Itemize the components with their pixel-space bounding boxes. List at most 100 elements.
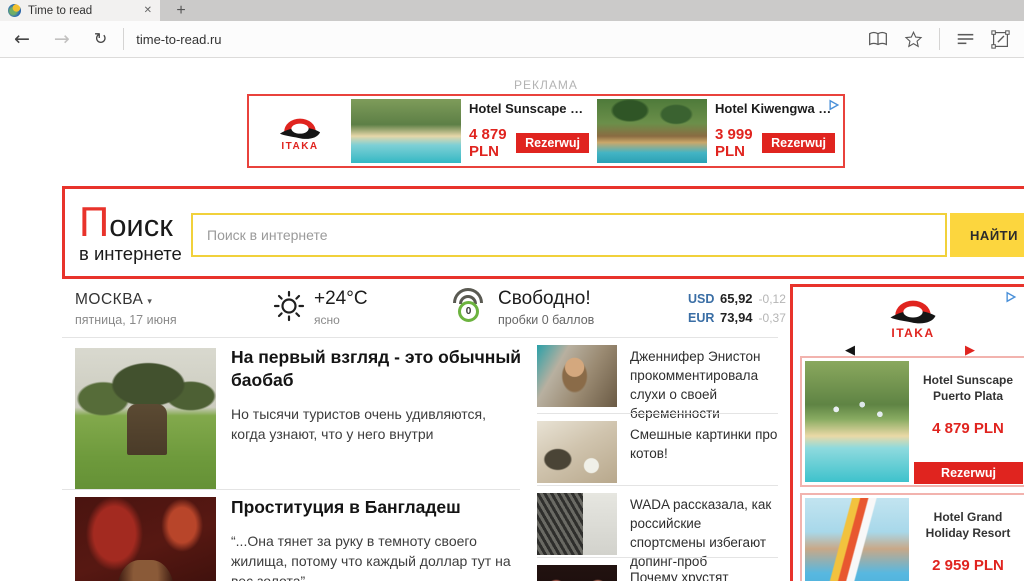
sidebar-ad-card[interactable]: Hotel Grand Holiday Resort 2 959 PLN Rez…	[800, 493, 1024, 581]
side-divider	[537, 485, 778, 486]
weather-widget[interactable]: +24°C ясно	[272, 288, 368, 327]
chevron-down-icon: ▾	[147, 297, 152, 307]
search-button[interactable]: НАЙТИ	[950, 213, 1024, 257]
ad-label: РЕКЛАМА	[247, 78, 845, 92]
hotel-title[interactable]: Hotel Sunscape Puert...	[469, 101, 589, 116]
search-logo-subtitle: в интернете	[79, 243, 182, 265]
top-ad-item[interactable]: Hotel Sunscape Puert... 4 879 PLN Rezerw…	[351, 96, 597, 166]
hotel-photo[interactable]	[805, 498, 909, 581]
address-divider	[123, 28, 124, 50]
section-divider	[62, 337, 778, 338]
temperature: +24°C	[314, 288, 368, 310]
itaka-cap-icon	[887, 291, 939, 328]
search-input[interactable]	[191, 213, 947, 257]
side-news-title[interactable]: Почему хрустят суставы	[630, 568, 780, 581]
top-ad-body: Hotel Kiwengwa Beac... 3 999 PLN Rezerwu…	[707, 96, 843, 166]
reserve-button[interactable]: Rezerwuj	[516, 133, 589, 153]
itaka-cap-icon	[277, 110, 323, 143]
new-tab-button[interactable]: +	[163, 0, 199, 21]
hotel-photo[interactable]	[597, 99, 707, 163]
weather-condition: ясно	[314, 313, 368, 327]
address-bar[interactable]: time-to-read.ru	[136, 32, 221, 47]
tab-close-icon[interactable]: ✕	[144, 5, 152, 16]
itaka-logo: ITAKA	[249, 96, 351, 166]
hotel-title[interactable]: Hotel Sunscape Puerto Plata	[912, 372, 1024, 404]
article-main: Проституция в Бангладеш “...Она тянет за…	[231, 496, 523, 581]
itaka-logo: ITAKA	[793, 291, 1024, 340]
navigation-bar: ← → ↻ time-to-read.ru	[0, 21, 1024, 58]
sun-icon	[272, 288, 306, 322]
tab-bar: Time to read ✕ +	[0, 0, 1024, 21]
hotel-price: 2 959 PLN	[912, 557, 1024, 574]
site-favicon-icon	[8, 4, 21, 17]
itaka-brand-text: ITAKA	[281, 141, 318, 152]
search-logo-rest: оиск	[109, 210, 173, 241]
browser-window: Time to read ✕ + ← → ↻ time-to-read.ru Р…	[0, 0, 1024, 581]
itaka-brand-text: ITAKA	[891, 326, 934, 340]
hotel-photo[interactable]	[805, 361, 909, 482]
side-news-image[interactable]	[537, 493, 617, 555]
traffic-score: 0	[458, 301, 479, 322]
currency-row-usd: USD 65,92 -0,12 ↓	[688, 291, 797, 306]
browser-tab[interactable]: Time to read ✕	[0, 0, 160, 21]
adchoices-icon[interactable]	[1005, 290, 1017, 308]
search-logo: Поиск в интернете	[79, 201, 182, 265]
currency-row-eur: EUR 73,94 -0,37 ↓	[688, 310, 797, 325]
currency-rate: 73,94	[720, 310, 753, 325]
article-title[interactable]: На первый взгляд - это обычный баобаб	[231, 346, 523, 392]
city-selector[interactable]: МОСКВА ▾ пятница, 17 июня	[75, 291, 177, 327]
hotel-price: 4 879 PLN	[912, 420, 1024, 437]
side-news-title[interactable]: Смешные картинки про котов!	[630, 425, 780, 463]
article-image-bangladesh[interactable]	[75, 497, 216, 581]
adchoices-icon[interactable]	[828, 98, 840, 116]
currency-code: USD	[688, 292, 718, 306]
sidebar-ad-body: Hotel Grand Holiday Resort 2 959 PLN Rez…	[912, 495, 1024, 581]
top-ad-item[interactable]: Hotel Kiwengwa Beac... 3 999 PLN Rezerwu…	[597, 96, 843, 166]
refresh-icon[interactable]: ↻	[94, 31, 107, 47]
currency-change: -0,37	[759, 311, 786, 325]
article-summary: Но тысячи туристов очень удивляются, ког…	[231, 404, 523, 445]
search-section: Поиск в интернете НАЙТИ	[62, 186, 1024, 279]
favorites-star-icon[interactable]	[904, 30, 923, 49]
search-logo-initial: П	[79, 201, 109, 243]
article-main: На первый взгляд - это обычный баобаб Но…	[231, 346, 523, 444]
side-divider	[537, 413, 778, 414]
sidebar-ad-body: Hotel Sunscape Puerto Plata 4 879 PLN Re…	[912, 358, 1024, 485]
side-news-image[interactable]	[537, 421, 617, 483]
hub-icon[interactable]	[956, 31, 975, 47]
hotel-price: 4 879 PLN	[469, 126, 516, 160]
side-news-image[interactable]	[537, 345, 617, 407]
traffic-icon: 0	[450, 288, 488, 324]
side-news-title[interactable]: WADA рассказала, как российские спортсме…	[630, 495, 780, 572]
tab-title: Time to read	[28, 5, 138, 17]
reserve-button[interactable]: Rezerwuj	[762, 133, 835, 153]
sidebar-ad-card[interactable]: Hotel Sunscape Puerto Plata 4 879 PLN Re…	[800, 356, 1024, 487]
sidebar-ad[interactable]: ITAKA ◀ ▶ Hotel Sunscape Puerto Plata 4 …	[790, 284, 1024, 581]
reading-view-icon[interactable]	[868, 31, 888, 48]
side-divider	[537, 557, 778, 558]
hotel-title[interactable]: Hotel Grand Holiday Resort	[912, 509, 1024, 541]
traffic-widget[interactable]: 0 Свободно! пробки 0 баллов	[450, 288, 594, 327]
forward-icon: →	[54, 30, 70, 49]
hotel-title[interactable]: Hotel Kiwengwa Beac...	[715, 101, 835, 116]
hotel-photo[interactable]	[351, 99, 461, 163]
traffic-status: Свободно!	[498, 288, 594, 310]
city-name: МОСКВА	[75, 291, 143, 308]
article-divider	[62, 489, 520, 490]
back-icon[interactable]: ←	[14, 30, 30, 49]
article-summary: “...Она тянет за руку в темноту своего ж…	[231, 531, 523, 581]
top-ad-banner[interactable]: ITAKA Hotel Sunscape Puert... 4 879 PLN …	[247, 94, 845, 168]
web-note-icon[interactable]	[991, 30, 1010, 49]
article-image-baobab[interactable]	[75, 348, 216, 489]
currency-widget: USD 65,92 -0,12 ↓ EUR 73,94 -0,37 ↓	[688, 291, 797, 329]
currency-code: EUR	[688, 311, 718, 325]
traffic-detail: пробки 0 баллов	[498, 313, 594, 327]
article-title[interactable]: Проституция в Бангладеш	[231, 496, 523, 519]
reserve-button[interactable]: Rezerwuj	[914, 462, 1023, 484]
toolbar-divider	[939, 28, 940, 50]
current-date: пятница, 17 июня	[75, 313, 177, 327]
currency-change: -0,12	[759, 292, 786, 306]
side-news-image[interactable]	[537, 565, 617, 581]
top-ad-body: Hotel Sunscape Puert... 4 879 PLN Rezerw…	[461, 96, 597, 166]
currency-rate: 65,92	[720, 291, 753, 306]
